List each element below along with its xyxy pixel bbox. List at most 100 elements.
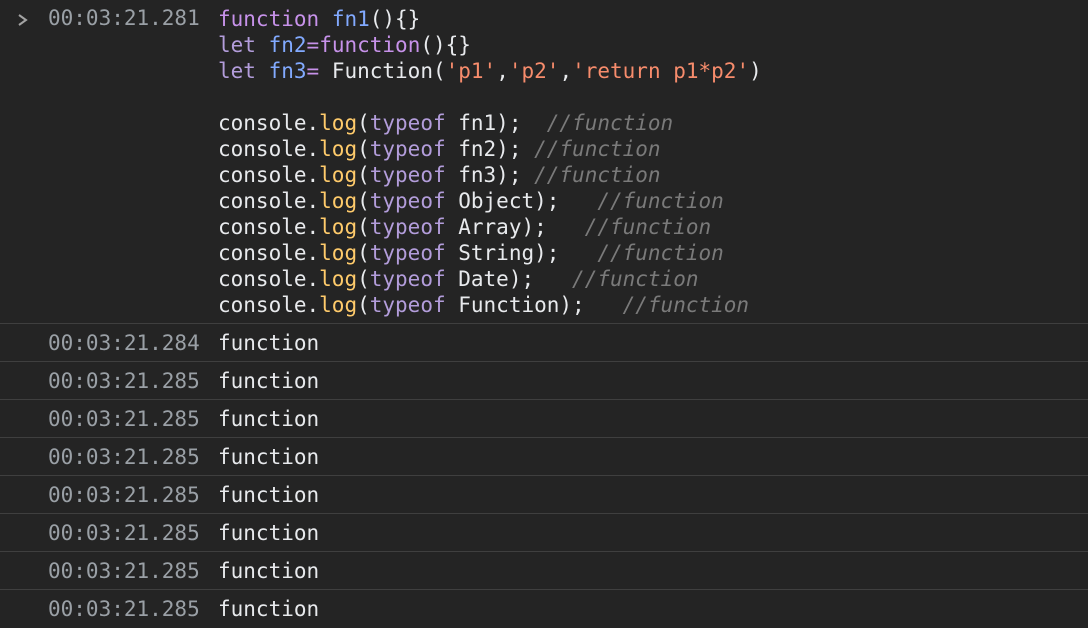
output-value: function	[218, 331, 320, 355]
code-token: (){}	[420, 33, 471, 57]
code-token: String);	[445, 241, 598, 265]
code-token: 'return p1*p2'	[572, 59, 750, 83]
code-line: console.log(typeof fn3); //function	[218, 162, 762, 188]
input-timestamp: 00:03:21.281	[48, 6, 200, 30]
code-token: typeof	[369, 293, 446, 317]
output-value: function	[218, 483, 320, 507]
output-row: 00:03:21.285 function	[0, 400, 1088, 438]
code-token: typeof	[369, 137, 446, 161]
code-token: function	[218, 7, 320, 31]
code-token: typeof	[369, 267, 446, 291]
code-token: typeof	[369, 111, 446, 135]
console-input-entry[interactable]: 00:03:21.281 function fn1(){} let fn2=fun…	[0, 0, 1088, 324]
code-token: log	[319, 215, 358, 239]
code-token: log	[319, 137, 358, 161]
code-token: fn3	[268, 59, 307, 83]
output-timestamp: 00:03:21.285	[48, 407, 200, 431]
code-token: console.	[218, 267, 320, 291]
code-token: typeof	[369, 241, 446, 265]
code-token: typeof	[369, 189, 446, 213]
code-token: console.	[218, 215, 320, 239]
code-token: console.	[218, 241, 320, 265]
output-timestamp: 00:03:21.285	[48, 369, 200, 393]
output-list: 00:03:21.284 function 00:03:21.285 funct…	[0, 324, 1088, 628]
code-token: (	[357, 267, 370, 291]
output-value: function	[218, 521, 320, 545]
code-token: fn3);	[445, 163, 535, 187]
output-row: 00:03:21.285 function	[0, 476, 1088, 514]
code-token: fn2);	[445, 137, 535, 161]
code-token: ,	[496, 59, 509, 83]
code-token: let	[218, 33, 256, 57]
code-token: //function	[572, 267, 699, 291]
code-token: console.	[218, 163, 320, 187]
code-token: //function	[597, 189, 724, 213]
code-token: log	[319, 293, 358, 317]
code-token: function	[319, 33, 421, 57]
code-token: (	[357, 163, 370, 187]
output-row: 00:03:21.284 function	[0, 324, 1088, 362]
code-token: log	[319, 189, 358, 213]
output-row: 00:03:21.285 function	[0, 590, 1088, 628]
code-line: console.log(typeof Date); //function	[218, 266, 762, 292]
code-token: console.	[218, 293, 320, 317]
output-timestamp: 00:03:21.285	[48, 597, 200, 621]
code-line: function fn1(){}	[218, 6, 762, 32]
code-token: //function	[584, 215, 712, 239]
code-token: typeof	[369, 163, 446, 187]
code-token: //function	[546, 111, 674, 135]
code-token: log	[319, 163, 358, 187]
code-token: fn2	[268, 33, 307, 57]
code-token: =	[306, 33, 320, 57]
output-value: function	[218, 407, 320, 431]
console-panel: 00:03:21.281 function fn1(){} let fn2=fun…	[0, 0, 1088, 628]
code-token: (	[357, 293, 370, 317]
output-value: function	[218, 369, 320, 393]
output-timestamp: 00:03:21.285	[48, 521, 200, 545]
code-token: ,	[559, 59, 573, 83]
output-row: 00:03:21.285 function	[0, 438, 1088, 476]
code-token: (	[357, 241, 370, 265]
code-token: 'p1'	[445, 59, 497, 83]
code-token: let	[218, 59, 256, 83]
output-row: 00:03:21.285 function	[0, 514, 1088, 552]
code-line: console.log(typeof fn1); //function	[218, 110, 762, 136]
code-token: console.	[218, 189, 320, 213]
code-line: console.log(typeof String); //function	[218, 240, 762, 266]
output-value: function	[218, 445, 320, 469]
output-value: function	[218, 559, 320, 583]
code-token: Object);	[445, 189, 598, 213]
code-token: Function);	[445, 293, 623, 317]
code-token: log	[319, 111, 358, 135]
code-token: console.	[218, 111, 320, 135]
output-timestamp: 00:03:21.285	[48, 559, 200, 583]
code-line: console.log(typeof Function); //function	[218, 292, 762, 318]
code-line: console.log(typeof Array); //function	[218, 214, 762, 240]
code-token: //function	[534, 137, 661, 161]
output-row: 00:03:21.285 function	[0, 552, 1088, 590]
code-token: log	[319, 241, 358, 265]
code-token: (	[357, 111, 370, 135]
output-timestamp: 00:03:21.285	[48, 445, 200, 469]
code-token: Array);	[445, 215, 585, 239]
code-token: //function	[622, 293, 750, 317]
chevron-right-icon[interactable]	[17, 8, 29, 32]
code-line: let fn3= Function('p1','p2','return p1*p…	[218, 58, 762, 84]
code-token: typeof	[369, 215, 446, 239]
code-token: (){}	[369, 7, 421, 31]
code-token: (	[357, 137, 370, 161]
code-line: let fn2=function(){}	[218, 32, 762, 58]
code-token: log	[319, 267, 358, 291]
code-token: fn1	[331, 7, 370, 31]
code-line: console.log(typeof fn2); //function	[218, 136, 762, 162]
code-line: console.log(typeof Object); //function	[218, 188, 762, 214]
code-token: =	[306, 59, 332, 83]
code-token: (	[357, 215, 370, 239]
output-row: 00:03:21.285 function	[0, 362, 1088, 400]
output-timestamp: 00:03:21.285	[48, 483, 200, 507]
code-token: fn1);	[445, 111, 547, 135]
output-timestamp: 00:03:21.284	[48, 331, 200, 355]
